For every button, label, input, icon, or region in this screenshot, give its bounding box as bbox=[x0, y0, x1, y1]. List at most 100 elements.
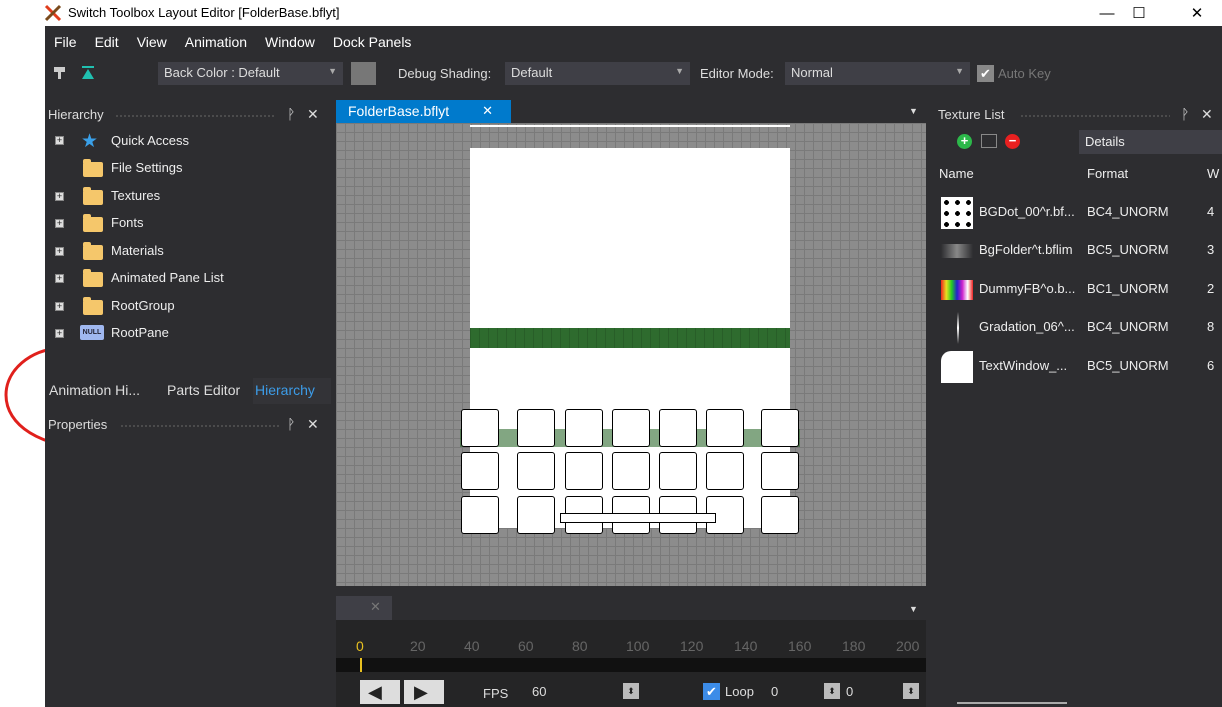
pin-icon[interactable]: ᚹ bbox=[1181, 106, 1189, 122]
layout-canvas[interactable] bbox=[336, 123, 926, 586]
texture-row[interactable]: TextWindow_... BC5_UNORM 6 bbox=[935, 348, 1222, 386]
editor-mode-dropdown[interactable]: Normal ▼ bbox=[785, 62, 970, 85]
tree-item-root-pane[interactable]: + NULL RootPane bbox=[55, 322, 325, 344]
add-texture-icon[interactable]: + bbox=[957, 134, 972, 149]
pane-background[interactable] bbox=[470, 148, 790, 328]
scroll-bar-pane[interactable] bbox=[560, 513, 716, 523]
end-frame-spinner[interactable]: ⬍ bbox=[903, 683, 919, 699]
folder-cell[interactable] bbox=[565, 409, 603, 447]
tree-item-root-group[interactable]: + RootGroup bbox=[55, 295, 325, 317]
back-color-dropdown[interactable]: Back Color : Default ▼ bbox=[158, 62, 343, 85]
pane-top-strip[interactable] bbox=[470, 125, 790, 127]
pin-icon[interactable]: ᚹ bbox=[287, 106, 295, 122]
column-header-name[interactable]: Name bbox=[939, 166, 974, 181]
anchor-tool-icon[interactable] bbox=[81, 66, 95, 80]
image-icon[interactable] bbox=[981, 134, 997, 148]
folder-cell[interactable] bbox=[461, 409, 499, 447]
tree-item-animated-pane-list[interactable]: + Animated Pane List bbox=[55, 267, 325, 289]
drag-grip[interactable] bbox=[115, 114, 275, 118]
editor-mode-label: Editor Mode: bbox=[700, 66, 774, 81]
folder-cell[interactable] bbox=[461, 452, 499, 490]
texture-row[interactable]: BGDot_00^r.bf... BC4_UNORM 4 bbox=[935, 194, 1222, 232]
loop-checkbox[interactable]: ✔ bbox=[703, 683, 720, 700]
toolbar: Back Color : Default ▼ Debug Shading: De… bbox=[45, 60, 1222, 86]
tab-animation-hierarchy[interactable]: Animation Hi... bbox=[47, 378, 161, 404]
document-tab[interactable]: FolderBase.bflyt ✕ bbox=[336, 100, 511, 123]
close-panel-icon[interactable]: ✕ bbox=[307, 416, 319, 433]
end-frame-input[interactable]: 0 bbox=[846, 684, 853, 699]
texture-row[interactable]: DummyFB^o.b... BC1_UNORM 2 bbox=[935, 271, 1222, 309]
hierarchy-title: Hierarchy bbox=[48, 107, 104, 122]
menu-animation[interactable]: Animation bbox=[176, 34, 256, 56]
column-header-width[interactable]: W bbox=[1207, 166, 1219, 181]
menu-view[interactable]: View bbox=[128, 34, 176, 56]
timeline-track[interactable] bbox=[336, 658, 926, 672]
next-frame-button[interactable]: ▶ bbox=[404, 680, 444, 704]
folder-cell[interactable] bbox=[761, 452, 799, 490]
folder-cell[interactable] bbox=[659, 409, 697, 447]
fps-spinner[interactable]: ⬍ bbox=[623, 683, 639, 699]
drag-grip[interactable] bbox=[120, 424, 280, 428]
menu-dock-panels[interactable]: Dock Panels bbox=[324, 34, 421, 56]
folder-cell[interactable] bbox=[761, 409, 799, 447]
tree-item-fonts[interactable]: + Fonts bbox=[55, 212, 325, 234]
timeline-tab[interactable]: ✕ bbox=[336, 596, 392, 620]
folder-cell[interactable] bbox=[517, 409, 555, 447]
folder-cell[interactable] bbox=[517, 496, 555, 534]
tree-item-materials[interactable]: + Materials bbox=[55, 240, 325, 262]
tree-item-textures[interactable]: + Textures bbox=[55, 185, 325, 207]
expand-icon[interactable]: + bbox=[55, 247, 64, 256]
tree-item-quick-access[interactable]: + ★ Quick Access bbox=[55, 130, 325, 152]
folder-cell[interactable] bbox=[517, 452, 555, 490]
start-frame-input[interactable]: 0 bbox=[771, 684, 778, 699]
expand-icon[interactable]: + bbox=[55, 192, 64, 201]
back-color-swatch[interactable] bbox=[351, 62, 376, 85]
expand-icon[interactable]: + bbox=[55, 219, 64, 228]
playhead[interactable] bbox=[360, 658, 362, 672]
texture-row[interactable]: Gradation_06^... BC4_UNORM 8 bbox=[935, 309, 1222, 347]
remove-texture-icon[interactable]: − bbox=[1005, 134, 1020, 149]
debug-shading-dropdown[interactable]: Default ▼ bbox=[505, 62, 690, 85]
previous-frame-button[interactable]: ◀ bbox=[360, 680, 400, 704]
expand-icon[interactable]: + bbox=[55, 302, 64, 311]
expand-icon[interactable]: + bbox=[55, 329, 64, 338]
pin-icon[interactable]: ᚹ bbox=[287, 416, 295, 432]
tree-item-file-settings[interactable]: File Settings bbox=[55, 157, 325, 179]
close-tab-icon[interactable]: ✕ bbox=[482, 103, 493, 119]
close-panel-icon[interactable]: ✕ bbox=[307, 106, 319, 123]
column-header-format[interactable]: Format bbox=[1087, 166, 1128, 181]
auto-key-checkbox[interactable]: ✔ bbox=[977, 65, 994, 82]
expand-icon[interactable]: + bbox=[55, 136, 64, 145]
menu-file[interactable]: File bbox=[45, 34, 86, 56]
start-frame-spinner[interactable]: ⬍ bbox=[824, 683, 840, 699]
fps-input[interactable]: 60 bbox=[532, 684, 546, 699]
expand-icon[interactable]: + bbox=[55, 274, 64, 283]
folder-cell[interactable] bbox=[612, 452, 650, 490]
folder-cell[interactable] bbox=[612, 409, 650, 447]
pane-green-band[interactable] bbox=[470, 328, 790, 348]
horizontal-scrollbar[interactable] bbox=[957, 702, 1067, 704]
folder-cell[interactable] bbox=[565, 452, 603, 490]
folder-cell[interactable] bbox=[659, 452, 697, 490]
folder-cell[interactable] bbox=[461, 496, 499, 534]
paint-roller-icon[interactable] bbox=[53, 66, 67, 80]
folder-cell[interactable] bbox=[706, 409, 744, 447]
close-button[interactable]: ✕ bbox=[1174, 0, 1220, 26]
menu-edit[interactable]: Edit bbox=[86, 34, 128, 56]
maximize-button[interactable]: ☐ bbox=[1116, 0, 1162, 26]
folder-cell[interactable] bbox=[706, 452, 744, 490]
menu-window[interactable]: Window bbox=[256, 34, 324, 56]
timeline-dropdown-icon[interactable]: ▼ bbox=[909, 604, 918, 614]
close-tab-icon[interactable]: ✕ bbox=[370, 599, 381, 615]
close-panel-icon[interactable]: ✕ bbox=[1201, 106, 1213, 123]
drag-grip[interactable] bbox=[1020, 114, 1170, 118]
tab-hierarchy[interactable]: Hierarchy bbox=[253, 378, 331, 404]
document-list-dropdown-icon[interactable]: ▼ bbox=[909, 106, 918, 116]
folder-icon bbox=[83, 242, 103, 260]
texture-row[interactable]: BgFolder^t.bflim BC5_UNORM 3 bbox=[935, 232, 1222, 270]
tab-parts-editor[interactable]: Parts Editor bbox=[165, 378, 253, 404]
folder-cell[interactable] bbox=[761, 496, 799, 534]
editor-mode-value: Normal bbox=[791, 65, 833, 80]
view-mode-dropdown[interactable]: Details bbox=[1079, 130, 1222, 154]
ruler-tick-label: 60 bbox=[518, 638, 534, 654]
